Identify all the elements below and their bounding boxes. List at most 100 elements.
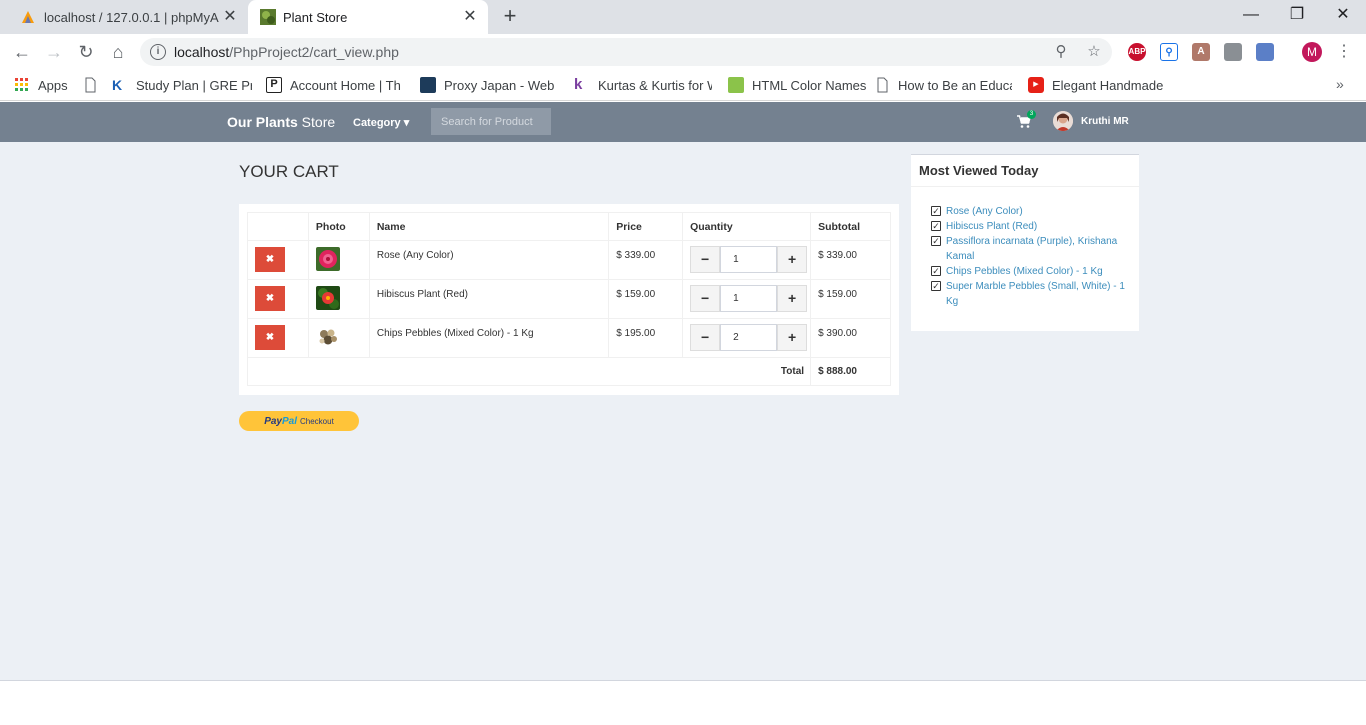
page-icon bbox=[877, 77, 888, 93]
product-photo[interactable] bbox=[315, 247, 340, 271]
tab-title: Plant Store bbox=[283, 9, 348, 25]
bookmark-kurtas[interactable]: k Kurtas & Kurtis for W bbox=[574, 76, 712, 94]
site-info-icon[interactable]: i bbox=[150, 44, 166, 60]
column-header: Price bbox=[608, 212, 684, 241]
forward-icon[interactable]: → bbox=[42, 40, 66, 64]
bookmark-apps[interactable]: Apps bbox=[14, 76, 68, 94]
product-photo[interactable] bbox=[315, 325, 340, 349]
category-dropdown[interactable]: Category ▾ bbox=[353, 116, 409, 129]
paypal-logo-pay: Pay bbox=[264, 415, 282, 427]
decrease-quantity-button[interactable]: − bbox=[690, 285, 721, 312]
column-header bbox=[247, 212, 309, 241]
profile-avatar[interactable]: M bbox=[1302, 42, 1322, 62]
bookmarks-bar: Apps K Study Plan | GRE Prac P Account H… bbox=[0, 70, 1366, 101]
close-tab-icon[interactable]: ✕ bbox=[462, 9, 478, 25]
column-header: Subtotal bbox=[810, 212, 891, 241]
reload-icon[interactable]: ↻ bbox=[74, 40, 98, 64]
minimize-icon[interactable]: — bbox=[1228, 0, 1274, 32]
column-header: Quantity bbox=[682, 212, 812, 241]
check-square-icon: ✓ bbox=[931, 206, 941, 216]
url-text[interactable]: localhost/PhpProject2/cart_view.php bbox=[174, 44, 399, 60]
most-viewed-link[interactable]: Super Marble Pebbles (Small, White) - 1 … bbox=[946, 281, 1125, 307]
bookmark-proxy[interactable]: Proxy Japan - Web Pr bbox=[420, 76, 558, 94]
list-item[interactable]: ✓ Chips Pebbles (Mixed Color) - 1 Kg bbox=[931, 264, 1131, 279]
increase-quantity-button[interactable]: + bbox=[777, 324, 808, 351]
back-icon[interactable]: ← bbox=[10, 40, 34, 64]
user-avatar[interactable] bbox=[1053, 111, 1073, 131]
decrease-quantity-button[interactable]: − bbox=[690, 246, 721, 273]
quantity-input[interactable] bbox=[720, 324, 778, 351]
cart-count-badge: 3 bbox=[1027, 110, 1036, 119]
product-price: $ 339.00 bbox=[608, 240, 684, 280]
remove-item-button[interactable]: ✖ bbox=[255, 286, 285, 311]
proxy-logo-icon bbox=[420, 77, 436, 93]
check-square-icon: ✓ bbox=[931, 281, 941, 291]
decrease-quantity-button[interactable]: − bbox=[690, 324, 721, 351]
apps-grid-icon bbox=[15, 78, 28, 91]
quantity-input[interactable] bbox=[720, 246, 778, 273]
list-item[interactable]: ✓ Hibiscus Plant (Red) bbox=[931, 219, 1131, 234]
user-photo bbox=[1053, 111, 1073, 131]
bookmark-gre[interactable]: K Study Plan | GRE Prac bbox=[112, 76, 252, 94]
product-search-input[interactable] bbox=[431, 108, 551, 135]
paypal-logo-pal: Pal bbox=[281, 415, 297, 427]
close-window-icon[interactable]: ✕ bbox=[1320, 0, 1366, 32]
bookmark-star-icon[interactable]: ☆ bbox=[1085, 43, 1103, 61]
tab-plant-store[interactable]: Plant Store ✕ bbox=[248, 0, 488, 34]
page-footer bbox=[0, 680, 1366, 725]
address-bar[interactable]: i localhost/PhpProject2/cart_view.php ⚲ … bbox=[140, 38, 1112, 66]
bookmark-label: Elegant Handmade C bbox=[1052, 77, 1164, 93]
bookmark-elegant[interactable]: ▶ Elegant Handmade C bbox=[1028, 76, 1164, 94]
more-bookmarks-icon[interactable]: » bbox=[1336, 76, 1344, 92]
most-viewed-link[interactable]: Chips Pebbles (Mixed Color) - 1 Kg bbox=[946, 266, 1103, 277]
browser-toolbar: ← → ↻ ⌂ i localhost/PhpProject2/cart_vie… bbox=[0, 34, 1366, 70]
most-viewed-link[interactable]: Hibiscus Plant (Red) bbox=[946, 221, 1037, 232]
product-name[interactable]: Hibiscus Plant (Red) bbox=[368, 279, 610, 319]
table-header-row: Photo Name Price Quantity Subtotal bbox=[247, 212, 891, 241]
site-navbar: Our Plants Store Category ▾ 3 Kruthi MR bbox=[0, 102, 1366, 142]
user-menu[interactable]: Kruthi MR bbox=[1081, 116, 1129, 127]
bookmark-html-colors[interactable]: HTML Color Names bbox=[728, 76, 868, 94]
increase-quantity-button[interactable]: + bbox=[777, 246, 808, 273]
restore-icon[interactable]: ❐ bbox=[1274, 0, 1320, 32]
table-row: ✖ Hibiscus Plant (Red) $ 159.00 −+ $ 159… bbox=[247, 279, 891, 319]
most-viewed-link[interactable]: Rose (Any Color) bbox=[946, 206, 1023, 217]
paypal-checkout-label: Checkout bbox=[300, 416, 334, 426]
tab-phpmyadmin[interactable]: localhost / 127.0.0.1 | phpMyAdm ✕ bbox=[8, 0, 248, 34]
bookmark-account[interactable]: P Account Home | The bbox=[266, 76, 401, 94]
bookmark-page[interactable] bbox=[82, 76, 106, 94]
bookmark-educator[interactable]: How to Be an Educati bbox=[874, 76, 1012, 94]
home-icon[interactable]: ⌂ bbox=[106, 40, 130, 64]
quantity-input[interactable] bbox=[720, 285, 778, 312]
list-item[interactable]: ✓ Rose (Any Color) bbox=[931, 204, 1131, 219]
extension-icon[interactable] bbox=[1256, 43, 1274, 61]
browser-menu-icon[interactable]: ⋮ bbox=[1336, 42, 1352, 62]
pdf-extension-icon[interactable]: A bbox=[1192, 43, 1210, 61]
kurtas-logo-icon: k bbox=[574, 76, 583, 93]
extension-icon[interactable] bbox=[1224, 43, 1242, 61]
product-photo[interactable] bbox=[315, 286, 340, 310]
brand-rest: Store bbox=[297, 114, 336, 130]
quantity-stepper: −+ bbox=[690, 324, 810, 351]
list-item[interactable]: ✓ Passiflora incarnata (Purple), Krishana… bbox=[931, 234, 1131, 264]
site-brand[interactable]: Our Plants Store bbox=[227, 114, 335, 130]
most-viewed-link[interactable]: Passiflora incarnata (Purple), Krishana … bbox=[946, 236, 1117, 262]
remove-item-button[interactable]: ✖ bbox=[255, 247, 285, 272]
increase-quantity-button[interactable]: + bbox=[777, 285, 808, 312]
quantity-stepper: −+ bbox=[690, 285, 810, 312]
product-name[interactable]: Chips Pebbles (Mixed Color) - 1 Kg bbox=[368, 318, 610, 358]
zoom-icon[interactable]: ⚲ bbox=[1052, 43, 1070, 61]
remove-item-button[interactable]: ✖ bbox=[255, 325, 285, 350]
bookmark-label: Kurtas & Kurtis for W bbox=[598, 77, 712, 93]
extension-icon[interactable]: ⚲ bbox=[1160, 43, 1178, 61]
paypal-checkout-button[interactable]: Pay Pal Checkout bbox=[239, 411, 359, 431]
product-price: $ 159.00 bbox=[608, 279, 684, 319]
close-tab-icon[interactable]: ✕ bbox=[222, 9, 238, 25]
product-name[interactable]: Rose (Any Color) bbox=[368, 240, 610, 280]
bookmark-label: Apps bbox=[38, 77, 68, 93]
adblock-extension-icon[interactable]: ABP bbox=[1128, 43, 1146, 61]
list-item[interactable]: ✓ Super Marble Pebbles (Small, White) - 1… bbox=[931, 279, 1131, 309]
bookmark-label: HTML Color Names bbox=[752, 77, 867, 93]
quantity-stepper: −+ bbox=[690, 246, 810, 273]
new-tab-button[interactable]: + bbox=[498, 5, 522, 29]
